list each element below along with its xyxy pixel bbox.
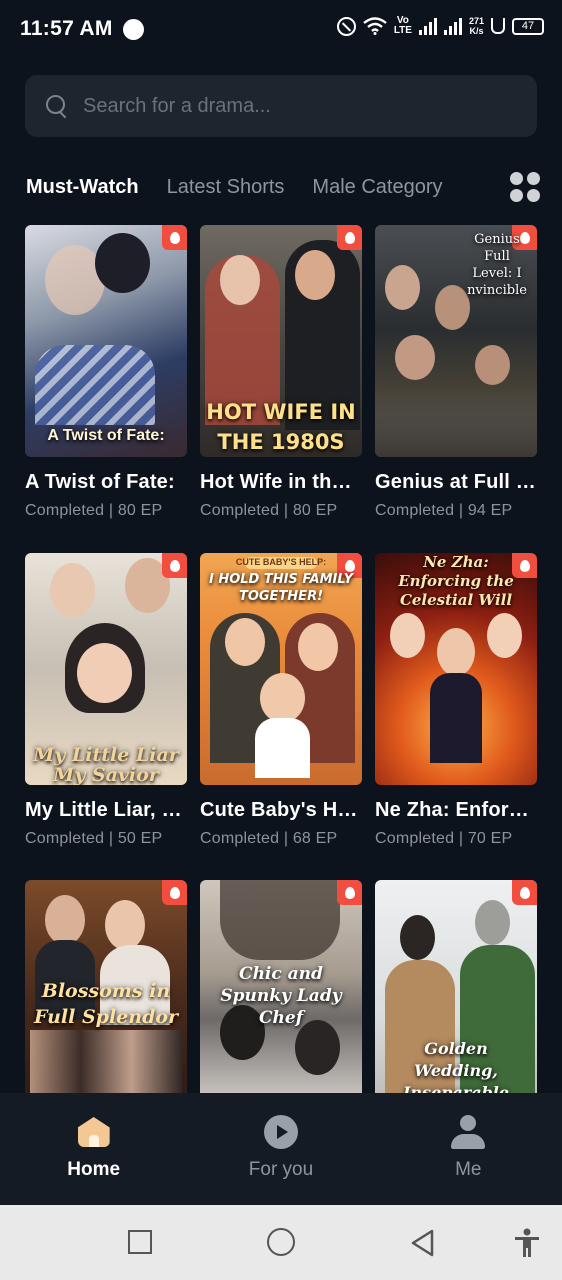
- wifi-icon: [363, 17, 387, 35]
- drama-title[interactable]: Cute Baby's Help: I Hold This Family Tog…: [200, 799, 362, 822]
- volte-bottom: LTE: [393, 25, 412, 36]
- drama-card[interactable]: Chic and Spunky Lady Chef: [200, 880, 362, 1093]
- network-speed: 271 K/s: [469, 16, 484, 36]
- hot-badge-icon: [162, 225, 187, 250]
- category-tabs: Must-Watch Latest Shorts Male Category: [26, 170, 488, 204]
- nav-me-label: Me: [455, 1159, 482, 1180]
- drama-title[interactable]: Genius at Full Level: I nvincible: [375, 471, 537, 494]
- nav-me[interactable]: Me: [375, 1093, 562, 1205]
- drama-poster[interactable]: HOT WIFE IN THE 1980S: [200, 225, 362, 457]
- back-button[interactable]: [410, 1229, 436, 1257]
- poster-text: I HOLD THIS FAMILY TOGETHER!: [208, 572, 354, 604]
- home-icon: [77, 1117, 110, 1147]
- do-not-disturb-icon: [336, 16, 356, 36]
- play-icon-wrap: [263, 1115, 298, 1149]
- lab-icon: [491, 18, 505, 34]
- drama-poster[interactable]: Genius Full Level: I nvincible: [375, 225, 537, 457]
- drama-card[interactable]: HOT WIFE IN THE 1980S Hot Wife in the 19…: [200, 225, 362, 520]
- drama-meta: Completed | 94 EP: [375, 502, 513, 519]
- nav-for-you[interactable]: For you: [187, 1093, 374, 1205]
- play-icon: [263, 1115, 298, 1149]
- volte-indicator: Vo LTE: [394, 16, 412, 36]
- home-system-button[interactable]: [267, 1228, 295, 1256]
- tab-male-category[interactable]: Male Category: [312, 170, 442, 204]
- poster-text: Chic and Spunky Lady Chef: [220, 964, 342, 1028]
- home-icon-wrap: [77, 1115, 111, 1149]
- drama-title[interactable]: My Little Liar, My Savior: [25, 799, 187, 822]
- accessibility-button[interactable]: [513, 1228, 541, 1258]
- poster-text: Genius Full Level: I nvincible: [467, 232, 527, 298]
- tab-latest-shorts[interactable]: Latest Shorts: [167, 170, 285, 204]
- speed-value: 271: [468, 16, 484, 26]
- all-categories-grid-icon[interactable]: [510, 172, 540, 202]
- drama-poster[interactable]: Blossoms in Full Splendor: [25, 880, 187, 1093]
- battery-icon: 47: [512, 17, 544, 35]
- hot-badge-icon: [337, 880, 362, 905]
- speed-unit: K/s: [469, 26, 484, 36]
- drama-poster[interactable]: My Little Liar My Savior: [25, 553, 187, 785]
- search-input[interactable]: [83, 94, 503, 118]
- drama-meta: Completed | 70 EP: [375, 830, 513, 847]
- person-icon: [451, 1115, 486, 1149]
- person-icon-wrap: [451, 1115, 486, 1149]
- drama-meta: Completed | 68 EP: [200, 830, 338, 847]
- drama-poster[interactable]: Golden Wedding, Inseparable: [375, 880, 537, 1093]
- signal-2-icon: [443, 17, 462, 35]
- poster-text: Golden Wedding, Inseparable: [402, 1039, 510, 1093]
- drama-card[interactable]: My Little Liar My Savior My Little Liar,…: [25, 553, 187, 848]
- status-bar: 11:57 AM Vo LTE 271 K/s 47: [0, 0, 562, 58]
- poster-subtext: CUTE BABY'S HELP:: [235, 557, 327, 567]
- drama-meta: Completed | 80 EP: [200, 502, 338, 519]
- drama-card[interactable]: CUTE BABY'S HELP: I HOLD THIS FAMILY TOG…: [200, 553, 362, 848]
- bottom-navigation: Home For you Me: [0, 1093, 562, 1205]
- notification-dot-icon: [122, 18, 144, 40]
- drama-card[interactable]: Golden Wedding, Inseparable: [375, 880, 537, 1093]
- poster-text: My Little Liar My Savior: [33, 744, 179, 785]
- search-bar[interactable]: [25, 75, 537, 137]
- poster-text: Ne Zha: Enforcing the Celestial Will: [398, 553, 514, 609]
- drama-card[interactable]: Genius Full Level: I nvincible Genius at…: [375, 225, 537, 520]
- tab-must-watch[interactable]: Must-Watch: [26, 170, 139, 204]
- drama-title[interactable]: A Twist of Fate:: [25, 471, 187, 494]
- drama-card[interactable]: Blossoms in Full Splendor: [25, 880, 187, 1093]
- search-icon: [45, 94, 69, 118]
- system-navigation-bar: [0, 1205, 562, 1280]
- drama-meta: Completed | 50 EP: [25, 830, 163, 847]
- drama-poster[interactable]: A Twist of Fate:: [25, 225, 187, 457]
- drama-poster[interactable]: Ne Zha: Enforcing the Celestial Will: [375, 553, 537, 785]
- battery-level: 47: [521, 20, 535, 32]
- status-icons: Vo LTE 271 K/s 47: [336, 16, 544, 36]
- recents-button[interactable]: [128, 1230, 152, 1254]
- status-time: 11:57 AM: [20, 17, 113, 40]
- poster-text: A Twist of Fate:: [47, 427, 165, 444]
- hot-badge-icon: [512, 880, 537, 905]
- poster-text: Blossoms in Full Splendor: [33, 980, 179, 1028]
- drama-meta: Completed | 80 EP: [25, 502, 163, 519]
- drama-title[interactable]: Hot Wife in the 1980s: [200, 471, 362, 494]
- nav-for-you-label: For you: [248, 1159, 314, 1180]
- drama-card[interactable]: A Twist of Fate: A Twist of Fate: Comple…: [25, 225, 187, 520]
- drama-card[interactable]: Ne Zha: Enforcing the Celestial Will Ne …: [375, 553, 537, 848]
- drama-poster[interactable]: Chic and Spunky Lady Chef: [200, 880, 362, 1093]
- hot-badge-icon: [337, 225, 362, 250]
- nav-home-label: Home: [67, 1159, 121, 1180]
- poster-text: HOT WIFE IN THE 1980S: [206, 400, 356, 454]
- drama-title[interactable]: Ne Zha: Enforcing the Celestial Will: [375, 799, 537, 822]
- hot-badge-icon: [162, 880, 187, 905]
- hot-badge-icon: [162, 553, 187, 578]
- signal-1-icon: [418, 17, 437, 35]
- nav-home[interactable]: Home: [0, 1093, 187, 1205]
- drama-poster[interactable]: CUTE BABY'S HELP: I HOLD THIS FAMILY TOG…: [200, 553, 362, 785]
